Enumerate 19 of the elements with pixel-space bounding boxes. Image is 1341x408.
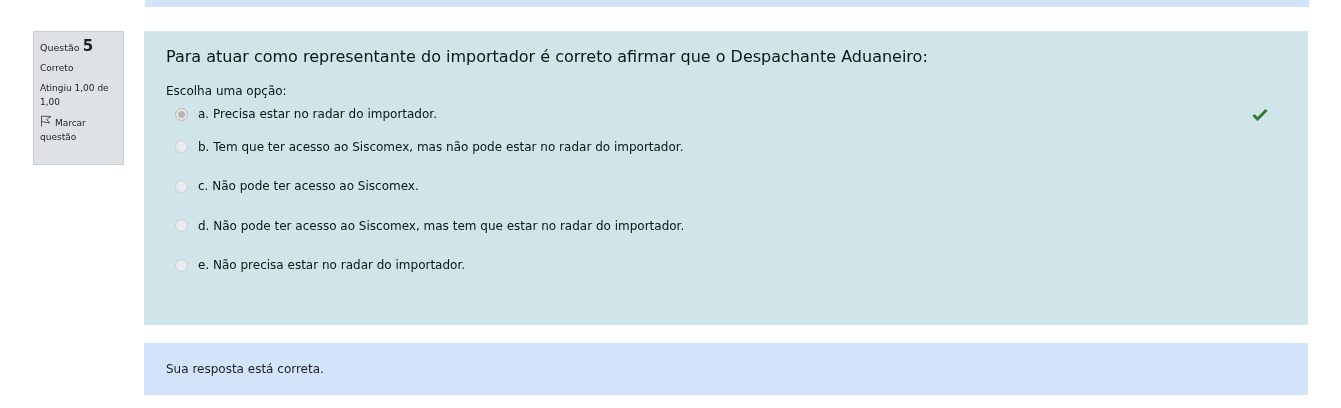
feedback-text: Sua resposta está correta. <box>144 343 1308 395</box>
flag-icon <box>40 115 52 127</box>
question-number: 5 <box>82 37 94 55</box>
radio-button[interactable] <box>175 179 188 193</box>
option-label[interactable]: e. Não precisa estar no radar do importador. <box>198 258 466 273</box>
option-label[interactable]: b. Tem que ter acesso ao Siscomex, mas não pode estar no radar do importador. <box>198 139 684 154</box>
question-grade: Atingiu 1,00 de 1,00 <box>40 82 110 109</box>
radio-button[interactable] <box>175 258 188 272</box>
radio-button[interactable] <box>175 107 188 121</box>
radio-button[interactable] <box>175 219 188 233</box>
option-label[interactable]: c. Não pode ter acesso ao Siscomex. <box>198 179 419 194</box>
instruction-text: Escolha uma opção: <box>166 84 288 98</box>
option-label[interactable]: a. Precisa estar no radar do importador. <box>198 107 437 121</box>
option-label[interactable]: d. Não pode ter acesso ao Siscomex, mas tem que estar no radar do importador. <box>198 218 685 233</box>
question-text: Para atuar como representante do importador é correto afirmar que o Despachante Aduaneiro: <box>166 47 929 66</box>
question-state: Correto <box>40 62 75 75</box>
radio-button[interactable] <box>175 140 188 154</box>
question-label: Questão <box>40 42 80 53</box>
flag-question-link[interactable]: Marcar questão <box>40 115 117 144</box>
